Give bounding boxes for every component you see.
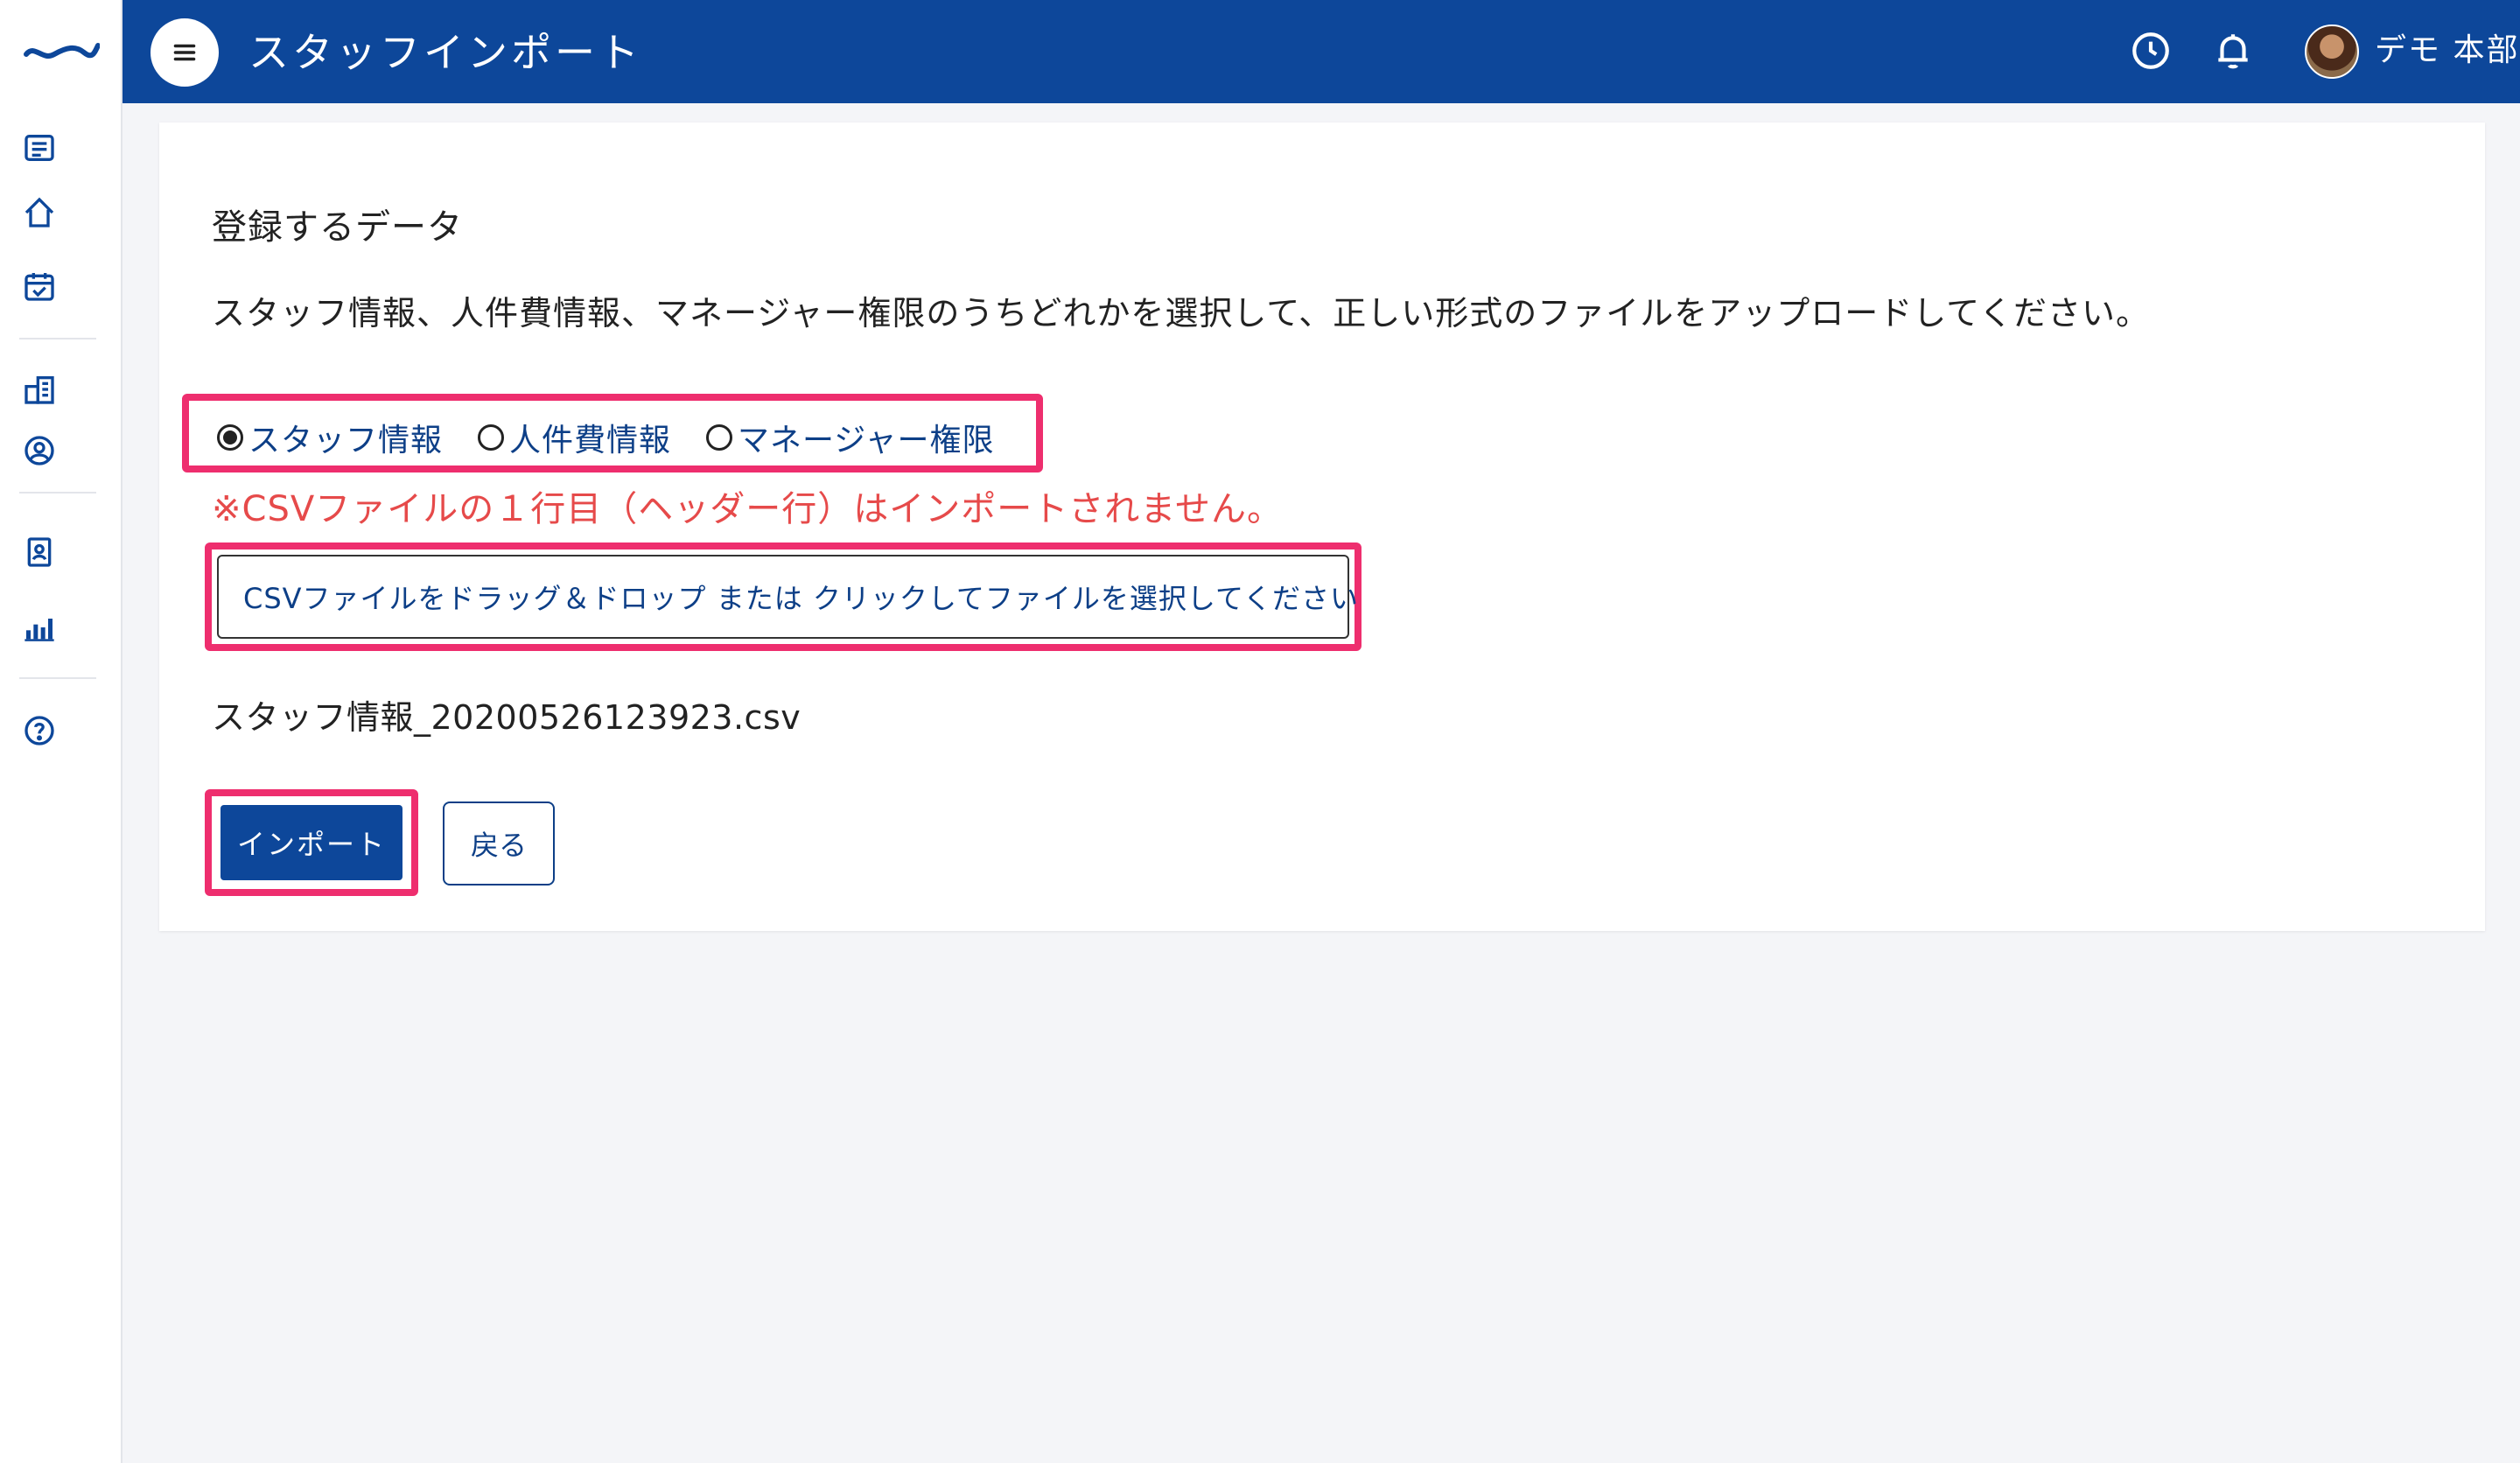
help-icon[interactable] [19, 710, 60, 751]
logo-icon[interactable] [23, 35, 100, 66]
data-type-radio-group: スタッフ情報 人件費情報 マネージャー権限 [217, 415, 1030, 460]
import-card: 登録するデータ スタッフ情報、人件費情報、マネージャー権限のうちどれかを選択して… [159, 122, 2485, 931]
radio-label: スタッフ情報 [248, 423, 444, 458]
back-button[interactable]: 戻る [443, 802, 555, 886]
id-badge-icon[interactable] [19, 532, 60, 572]
menu-button[interactable] [150, 18, 219, 87]
sidebar-divider [19, 492, 96, 494]
radio-labor-cost-info[interactable]: 人件費情報 [478, 415, 671, 460]
radio-staff-info[interactable]: スタッフ情報 [217, 415, 443, 460]
clock-icon[interactable] [2124, 24, 2177, 77]
selected-filename: スタッフ情報_20200526123923.csv [212, 698, 802, 737]
hamburger-icon [173, 44, 196, 61]
radio-button[interactable] [706, 424, 733, 451]
radio-label: マネージャー権限 [738, 423, 995, 458]
top-header: スタッフインポート デモ 本部 [122, 0, 2520, 103]
section-title: 登録するデータ [212, 207, 463, 248]
user-circle-icon[interactable] [19, 430, 60, 471]
user-name[interactable]: デモ 本部 [2375, 26, 2519, 75]
radio-button-checked[interactable] [217, 424, 243, 451]
radio-label: 人件費情報 [509, 423, 672, 458]
sidebar [0, 0, 122, 1463]
description-text: スタッフ情報、人件費情報、マネージャー権限のうちどれかを選択して、正しい形式のフ… [212, 294, 2151, 332]
home-icon[interactable] [19, 192, 60, 233]
csv-dropzone[interactable]: CSVファイルをドラッグ＆ドロップ または クリックしてファイルを選択してくださ… [217, 555, 1358, 639]
list-icon[interactable] [19, 128, 60, 168]
dropzone-label: CSVファイルをドラッグ＆ドロップ または クリックしてファイルを選択してくださ… [243, 582, 1360, 615]
building-icon[interactable] [19, 369, 60, 410]
radio-button[interactable] [478, 424, 505, 451]
sidebar-divider [19, 338, 96, 340]
avatar[interactable] [2305, 24, 2359, 79]
bell-icon[interactable] [2207, 24, 2259, 77]
bar-chart-icon[interactable] [19, 607, 60, 648]
page-title: スタッフインポート [248, 29, 642, 76]
calendar-check-icon[interactable] [19, 266, 60, 306]
warning-text: ※CSVファイルの１行目（ヘッダー行）はインポートされません。 [212, 489, 1283, 529]
import-button[interactable]: インポート [220, 805, 402, 880]
radio-manager-permission[interactable]: マネージャー権限 [706, 415, 994, 460]
sidebar-divider [19, 677, 96, 679]
